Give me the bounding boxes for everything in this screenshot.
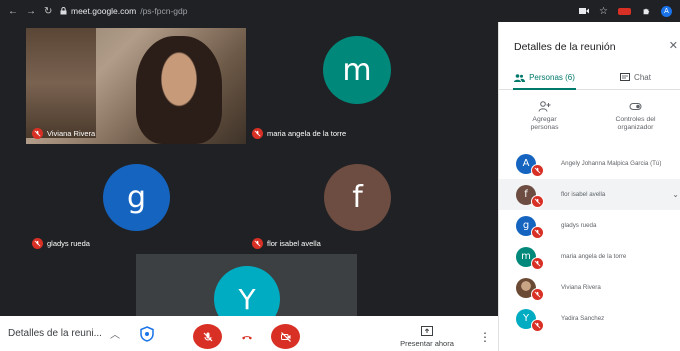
participant-name: gladys rueda: [561, 222, 597, 229]
participant-tile[interactable]: m maria angela de la torre: [246, 28, 467, 144]
tab-chat[interactable]: Chat: [590, 66, 680, 89]
mic-off-icon: [252, 238, 263, 249]
tile-name: Viviana Rivera: [32, 128, 95, 139]
video-background-shelf: [26, 28, 96, 138]
participant-row[interactable]: g gladys rueda: [499, 210, 680, 241]
participant-avatar: Y: [214, 266, 280, 316]
avatar: m: [516, 246, 544, 270]
mic-off-icon: [32, 238, 43, 249]
panel-tabs: Personas (6) Chat: [499, 66, 680, 90]
add-person-icon: [538, 101, 551, 112]
chevron-down-icon[interactable]: ⌄: [672, 190, 679, 199]
chevron-up-icon[interactable]: ︿: [110, 326, 120, 341]
participant-tile-video[interactable]: Viviana Rivera: [26, 28, 246, 144]
leave-call-button[interactable]: [232, 324, 261, 349]
browser-actions: ☆ A: [579, 5, 680, 17]
tile-name: flor isabel avella: [252, 238, 321, 249]
mic-toggle-button[interactable]: [193, 324, 222, 349]
forward-icon[interactable]: →: [26, 6, 36, 17]
add-people-button[interactable]: Agregar personas: [499, 100, 590, 144]
mic-off-icon: [531, 256, 544, 270]
mic-off-icon: [32, 128, 43, 139]
mic-off-icon: [531, 225, 544, 239]
panel-actions: Agregar personas Controles del organizad…: [499, 100, 680, 144]
extension-icon[interactable]: [618, 7, 631, 15]
participant-avatar: g: [103, 164, 170, 231]
camera-off-icon: [280, 331, 291, 342]
tile-name: maria angela de la torre: [252, 128, 346, 139]
participant-row[interactable]: Viviana Rivera: [499, 272, 680, 303]
mic-off-icon: [252, 128, 263, 139]
mic-off-icon: [531, 194, 544, 208]
participant-avatar: m: [323, 36, 391, 104]
more-options-icon[interactable]: ⋮: [479, 330, 491, 344]
meeting-stage: Viviana Rivera m maria angela de la torr…: [0, 22, 498, 316]
participant-name: flor isabel avella: [561, 191, 606, 198]
url-path: /ps-fpcn-gdp: [140, 6, 188, 16]
reload-icon[interactable]: ↻: [44, 6, 52, 17]
mic-off-icon: [531, 287, 544, 301]
tab-people[interactable]: Personas (6): [499, 66, 590, 90]
host-controls-label: Controles del organizador: [615, 116, 656, 131]
participant-row[interactable]: Y Yadira Sanchez: [499, 303, 680, 334]
participant-tile[interactable]: Y: [136, 254, 357, 316]
browser-toolbar: ← → ↻ meet.google.com/ps-fpcn-gdp ☆ A: [0, 0, 680, 22]
browser-nav: ← → ↻: [0, 6, 56, 17]
avatar: g: [516, 215, 544, 239]
add-people-label: Agregar personas: [530, 116, 559, 131]
url-host: meet.google.com: [71, 6, 137, 16]
camera-toggle-button[interactable]: [271, 324, 300, 349]
toggle-icon: [629, 103, 642, 110]
participant-row[interactable]: m maria angela de la torre: [499, 241, 680, 272]
mic-off-icon: [531, 318, 544, 332]
camera-indicator-icon[interactable]: [579, 7, 590, 15]
avatar: Y: [516, 308, 544, 332]
avatar: f: [516, 184, 544, 208]
tile-name: gladys rueda: [32, 238, 90, 249]
panel-title: Detalles de la reunión: [514, 41, 616, 53]
participant-name: Yadira Sanchez: [561, 315, 605, 322]
shield-icon[interactable]: [140, 325, 154, 342]
close-icon[interactable]: ✕: [669, 39, 678, 52]
mic-off-icon: [203, 332, 212, 341]
people-icon: [514, 73, 526, 82]
hang-up-icon: [241, 335, 252, 339]
present-label: Presentar ahora: [400, 339, 454, 348]
chat-icon: [620, 73, 631, 81]
participant-row[interactable]: f flor isabel avella ⌄: [499, 179, 680, 210]
address-bar[interactable]: meet.google.com/ps-fpcn-gdp: [60, 6, 187, 16]
participant-tile[interactable]: f flor isabel avella: [246, 144, 467, 254]
video-person: [136, 36, 222, 144]
participant-tile[interactable]: g gladys rueda: [26, 144, 246, 254]
present-screen-icon: [421, 326, 433, 336]
participant-row[interactable]: A Angely Johanna Malpica Garcia (Tú): [499, 148, 680, 179]
profile-avatar[interactable]: A: [661, 5, 672, 17]
meeting-details-button[interactable]: Detalles de la reuni...: [8, 328, 102, 339]
participant-name: maria angela de la torre: [561, 253, 627, 260]
puzzle-icon[interactable]: [641, 7, 651, 15]
avatar: A: [516, 153, 544, 177]
participant-name: Viviana Rivera: [561, 284, 601, 291]
back-icon[interactable]: ←: [8, 6, 18, 17]
present-now-button[interactable]: Presentar ahora: [396, 326, 458, 348]
avatar: [516, 277, 544, 301]
meeting-details-panel: Detalles de la reunión ✕ Personas (6) Ch…: [498, 22, 680, 351]
lock-icon: [60, 7, 67, 15]
mic-off-icon: [531, 163, 544, 177]
participant-list: A Angely Johanna Malpica Garcia (Tú) f f…: [499, 148, 680, 334]
host-controls-button[interactable]: Controles del organizador: [590, 100, 680, 144]
participant-name: Angely Johanna Malpica Garcia (Tú): [561, 160, 662, 167]
star-icon[interactable]: ☆: [599, 6, 608, 17]
participant-avatar: f: [324, 164, 391, 231]
